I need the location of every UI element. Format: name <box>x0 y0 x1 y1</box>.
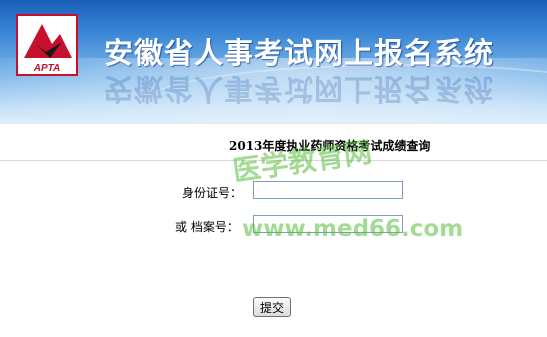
archive-number-input[interactable] <box>253 215 403 233</box>
header-banner: APTA 安徽省人事考试网上报名系统 安徽省人事考试网上报名系统 <box>0 0 547 123</box>
archive-number-label: 或 档案号： <box>175 220 239 234</box>
logo-text: APTA <box>33 63 60 74</box>
system-title: 安徽省人事考试网上报名系统 <box>104 36 495 70</box>
submit-button[interactable]: 提交 <box>253 297 291 317</box>
apta-logo-icon: APTA <box>16 14 78 76</box>
id-number-input[interactable] <box>253 181 403 199</box>
id-number-label: 身份证号： <box>182 186 243 200</box>
page-title: 2013年度执业药师资格考试成绩查询 <box>229 139 431 153</box>
